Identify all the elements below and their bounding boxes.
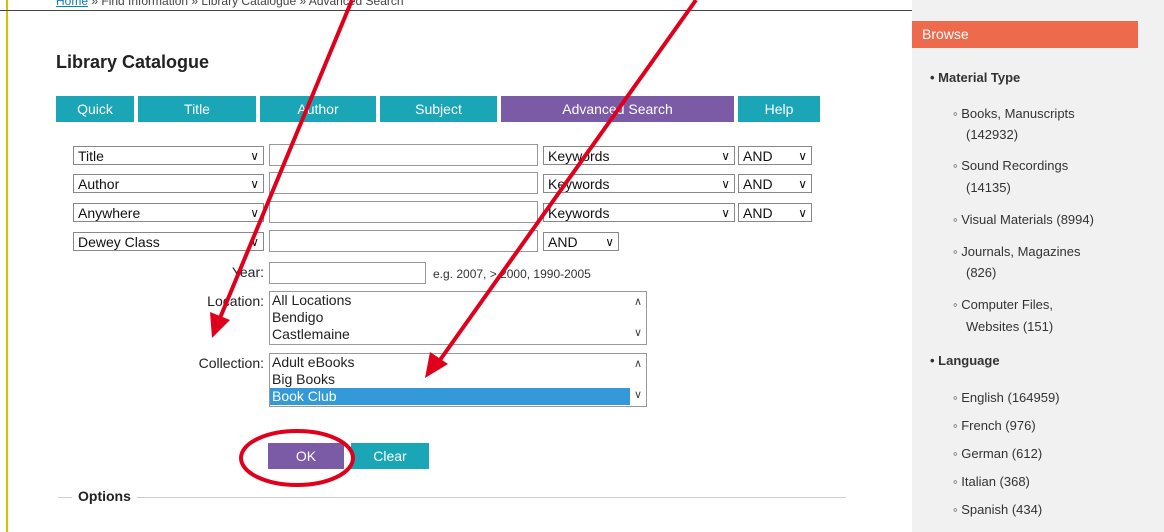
annotation-arrow-line — [218, 0, 354, 319]
annotation-overlay — [210, 0, 698, 487]
annotation-arrow-line — [438, 0, 698, 362]
annotation-circle — [239, 429, 355, 487]
